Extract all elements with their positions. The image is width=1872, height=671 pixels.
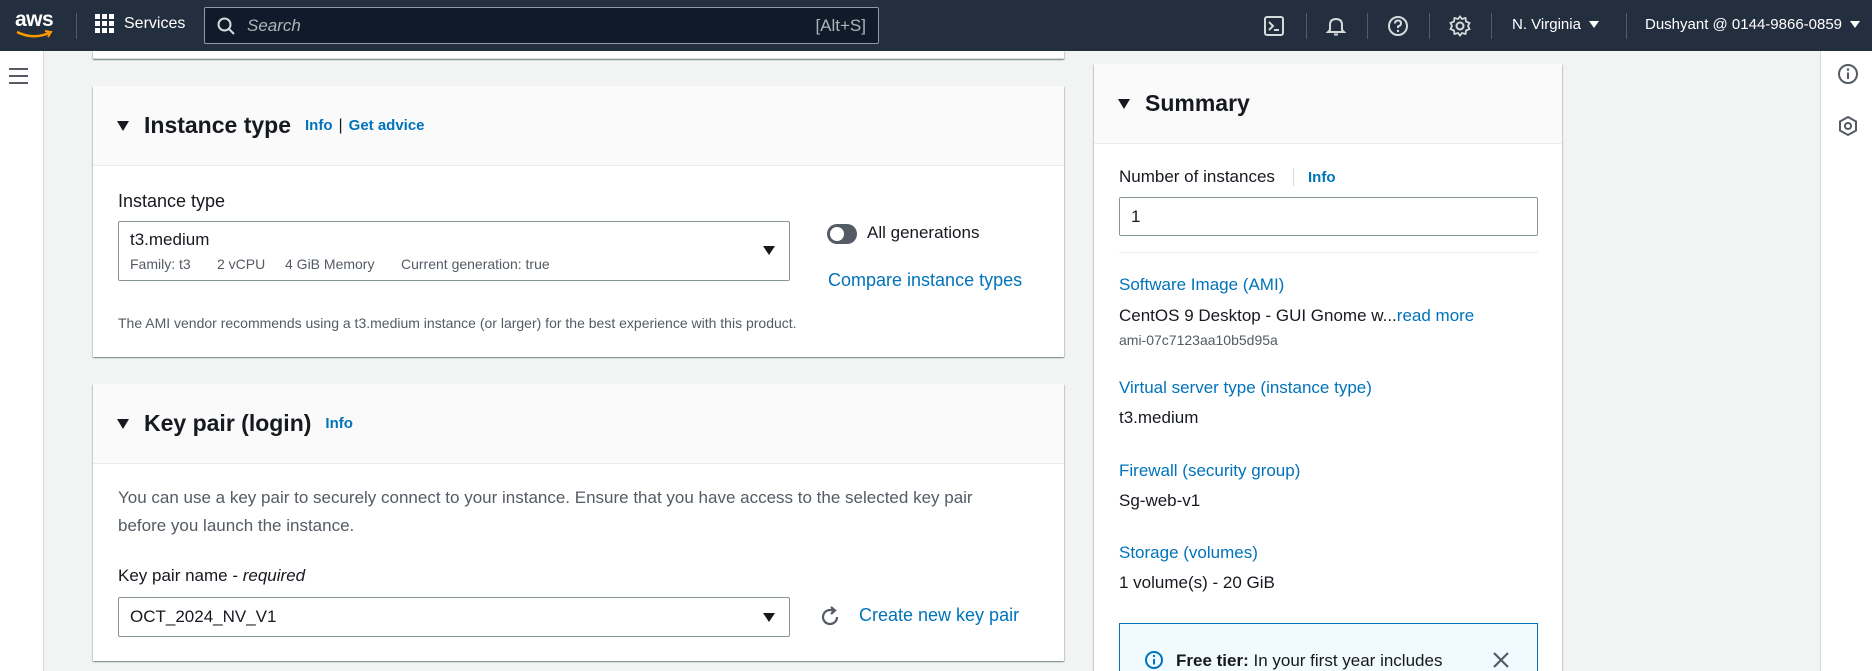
caret-down-icon [117,418,129,429]
summary-header[interactable]: Summary [1094,64,1562,144]
number-of-instances-info-link[interactable]: Info [1308,169,1336,186]
search-icon [217,17,235,35]
required-label: required [242,566,306,585]
instance-type-panel: Instance type Info | Get advice Instance… [93,86,1064,357]
key-pair-select[interactable]: OCT_2024_NV_V1 [118,597,790,637]
summary-title: Summary [1145,90,1250,116]
instance-family: Family: t3 [130,256,191,272]
caret-down-icon [117,120,129,131]
grid-icon [95,14,114,33]
divider [1293,168,1294,186]
side-navigation-strip [0,51,44,671]
close-icon[interactable] [1491,650,1511,670]
instance-type-info-link[interactable]: Info [305,117,333,134]
number-of-instances-input[interactable]: 1 [1119,197,1538,236]
caret-down-icon [1588,21,1599,28]
nav-divider [1429,13,1430,39]
instance-current-generation: Current generation: true [401,256,550,272]
divider [1119,252,1538,253]
aws-smile-icon [16,30,53,38]
nav-divider [1367,13,1368,39]
key-pair-field-label: Key pair name - required [118,566,305,586]
key-pair-header[interactable]: Key pair (login) Info [93,384,1064,464]
tutorials-icon[interactable] [1837,115,1859,137]
key-pair-selected: OCT_2024_NV_V1 [130,607,277,626]
nav-divider [1626,13,1627,39]
instance-type-selected: t3.medium [130,230,210,249]
search-shortcut: [Alt+S] [815,15,866,35]
search-input[interactable]: Search [Alt+S] [204,7,879,44]
cloudshell-icon[interactable] [1262,14,1286,38]
caret-down-icon [763,246,775,255]
nav-divider [1306,13,1307,39]
ami-value-line: CentOS 9 Desktop - GUI Gnome w...read mo… [1119,306,1474,326]
free-tier-desc: In your first year includes [1248,651,1443,670]
summary-panel: Summary Number of instances Info 1 Softw… [1094,64,1562,671]
instance-memory: 4 GiB Memory [285,256,375,272]
storage-link[interactable]: Storage (volumes) [1119,543,1258,563]
key-pair-name-label: Key pair name - [118,566,243,585]
firewall-value: Sg-web-v1 [1119,491,1201,510]
nav-divider [1491,13,1492,39]
key-pair-title: Key pair (login) [144,410,312,436]
aws-logo-text: aws [15,8,54,31]
settings-gear-icon[interactable] [1448,14,1472,38]
instance-type-summary-link[interactable]: Virtual server type (instance type) [1119,378,1372,398]
get-advice-link[interactable]: Get advice [349,117,425,134]
previous-section-bottom [93,51,1064,59]
caret-down-icon [1118,98,1130,109]
ami-value: CentOS 9 Desktop - GUI Gnome w... [1119,306,1397,325]
search-placeholder: Search [247,15,301,35]
ami-link[interactable]: Software Image (AMI) [1119,275,1284,295]
compare-instance-types-link[interactable]: Compare instance types [828,270,1022,291]
create-new-key-pair-link[interactable]: Create new key pair [859,605,1019,626]
info-circle-icon [1145,651,1163,669]
number-of-instances-value: 1 [1131,207,1141,226]
read-more-link[interactable]: read more [1397,306,1474,325]
services-label: Services [124,14,186,32]
free-tier-text: Free tier: In your first year includes [1176,651,1442,671]
separator: | [338,116,343,134]
aws-logo[interactable]: aws [14,8,56,40]
free-tier-alert: Free tier: In your first year includes [1119,623,1538,671]
top-navigation-bar: aws Services Search [Alt+S] N. Virginia [0,0,1872,51]
instance-vcpu: 2 vCPU [217,256,266,272]
ami-id: ami-07c7123aa10b5d95a [1119,332,1278,348]
account-menu[interactable]: Dushyant @ 0144-9866-0859 [1645,16,1861,33]
hamburger-menu-icon[interactable] [9,68,28,89]
key-pair-info-link[interactable]: Info [325,415,353,432]
caret-down-icon [1850,21,1861,28]
free-tier-bold: Free tier: [1176,651,1249,670]
storage-value: 1 volume(s) - 20 GiB [1119,573,1275,592]
all-generations-toggle[interactable] [827,224,857,244]
key-pair-panel: Key pair (login) Info You can use a key … [93,384,1064,661]
key-pair-description-line: You can use a key pair to securely conne… [118,488,973,507]
instance-type-header[interactable]: Instance type Info | Get advice [93,86,1064,166]
services-menu-button[interactable]: Services [95,14,185,33]
instance-type-field-label: Instance type [118,191,226,211]
region-selector[interactable]: N. Virginia [1512,16,1599,33]
utility-panel-strip [1820,51,1872,671]
instance-type-select[interactable]: t3.medium Family: t3 2 vCPU 4 GiB Memory… [118,221,790,281]
info-circle-icon[interactable] [1837,63,1859,85]
refresh-icon[interactable] [818,605,842,629]
all-generations-label: All generations [867,223,980,242]
caret-down-icon [763,613,775,622]
instance-type-title: Instance type [144,112,291,138]
instance-type-summary-value: t3.medium [1119,408,1199,427]
number-of-instances-label: Number of instances [1119,167,1275,186]
nav-divider [76,13,77,39]
ami-vendor-note: The AMI vendor recommends using a t3.med… [118,315,797,331]
account-label: Dushyant @ 0144-9866-0859 [1645,16,1843,33]
toggle-knob [830,227,844,241]
region-label: N. Virginia [1512,16,1581,33]
key-pair-description: You can use a key pair to securely conne… [118,484,973,540]
firewall-link[interactable]: Firewall (security group) [1119,461,1300,481]
key-pair-description-line: before you launch the instance. [118,516,355,535]
help-icon[interactable] [1386,14,1410,38]
notifications-bell-icon[interactable] [1324,14,1348,38]
